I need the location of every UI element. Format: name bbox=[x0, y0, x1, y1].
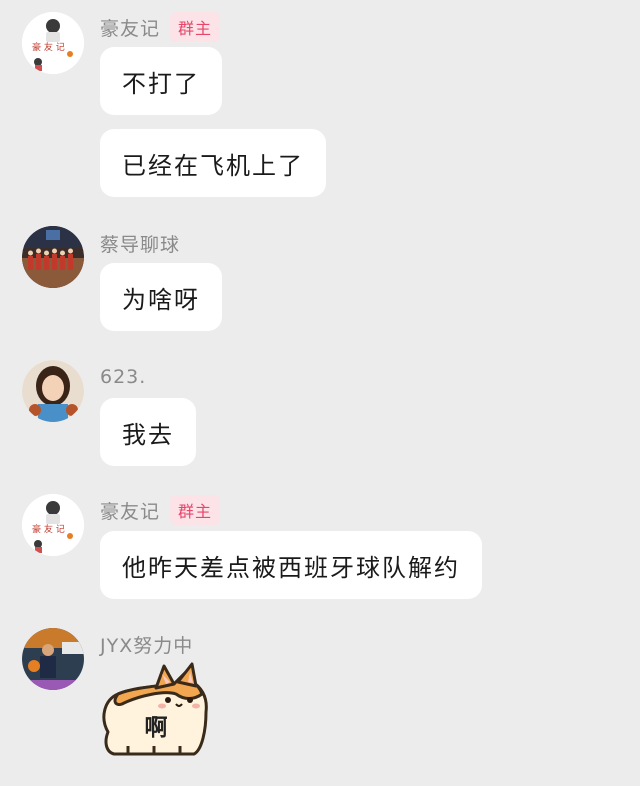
sticker-text: 啊 bbox=[144, 715, 168, 741]
avatar-cartoon-icon: 豪 友 记 bbox=[22, 12, 84, 74]
sender-row: 豪友记 群主 bbox=[100, 12, 221, 42]
sender-row: 蔡导聊球 bbox=[100, 228, 180, 258]
svg-text:豪 友 记: 豪 友 记 bbox=[32, 41, 65, 53]
avatar-cartoon-icon: 豪 友 记 bbox=[22, 494, 84, 556]
sender-name: 豪友记 bbox=[100, 17, 161, 40]
avatar-basketball-team-icon bbox=[22, 226, 84, 288]
avatar-haoyouji[interactable]: 豪 友 记 bbox=[22, 494, 84, 556]
avatar-haoyouji[interactable]: 豪 友 记 bbox=[22, 12, 84, 74]
owner-badge: 群主 bbox=[170, 12, 221, 42]
message-bubble[interactable]: 不打了 bbox=[100, 47, 222, 115]
message-bubble[interactable]: 已经在飞机上了 bbox=[100, 129, 326, 197]
message-bubble[interactable]: 他昨天差点被西班牙球队解约 bbox=[100, 531, 482, 599]
sender-row: 623. bbox=[100, 362, 146, 392]
svg-text:豪 友 记: 豪 友 记 bbox=[32, 523, 65, 535]
message-bubble[interactable]: 我去 bbox=[100, 398, 196, 466]
message-bubble[interactable]: 为啥呀 bbox=[100, 263, 222, 331]
sender-name: 蔡导聊球 bbox=[100, 233, 181, 256]
sender-name: 豪友记 bbox=[100, 500, 161, 523]
avatar-photo-icon bbox=[22, 360, 84, 422]
sender-row: 豪友记 群主 bbox=[100, 495, 221, 525]
owner-badge: 群主 bbox=[170, 495, 221, 525]
sender-name: JYX努力中 bbox=[100, 634, 194, 657]
avatar-623[interactable] bbox=[22, 360, 84, 422]
sender-row: JYX努力中 bbox=[100, 629, 193, 659]
sender-name: 623. bbox=[100, 366, 147, 388]
avatar-caidaoliaoqiu[interactable] bbox=[22, 226, 84, 288]
avatar-jyx[interactable] bbox=[22, 628, 84, 690]
avatar-basketball-player-icon bbox=[22, 628, 84, 690]
